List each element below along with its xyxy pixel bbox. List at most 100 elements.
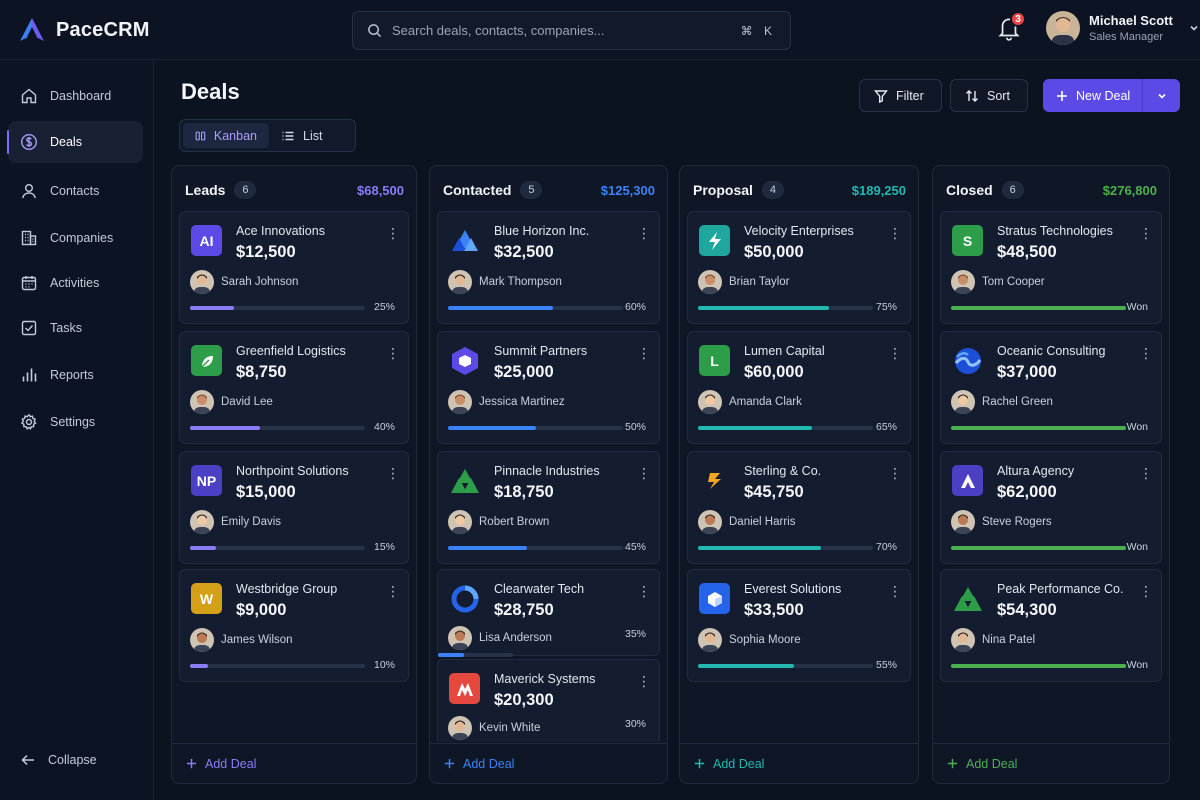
company-logo: W (191, 583, 222, 614)
sidebar: Dashboard Deals Contacts Companies Activ… (0, 60, 154, 800)
new-deal-button[interactable]: New Deal (1043, 79, 1142, 112)
more-options-icon[interactable]: ⋮ (386, 464, 400, 482)
progress-label: Won (1126, 301, 1148, 313)
progress-label: 40% (373, 421, 395, 433)
more-options-icon[interactable]: ⋮ (888, 224, 902, 242)
bar-chart-icon (22, 368, 37, 382)
new-deal-dropdown-button[interactable] (1142, 79, 1180, 112)
deal-card[interactable]: Greenfield Logistics $8,750 ⋮ David Lee 40% (179, 331, 409, 444)
sidebar-item-tasks[interactable]: Tasks (8, 307, 143, 349)
sidebar-item-deals[interactable]: Deals (7, 121, 143, 163)
deal-card[interactable]: Pinnacle Industries $18,750 ⋮ Robert Brown 4… (437, 451, 660, 564)
add-deal-button[interactable]: Add Deal (172, 743, 416, 783)
add-deal-button[interactable]: Add Deal (680, 743, 918, 783)
add-deal-button[interactable]: Add Deal (933, 743, 1169, 783)
deal-amount: $33,500 (744, 601, 804, 619)
progress-label: 30% (624, 718, 646, 730)
chevron-down-icon (1157, 93, 1166, 99)
deal-card[interactable]: Oceanic Consulting $37,000 ⋮ Rachel Green Wo… (940, 331, 1162, 444)
company-name: Altura Agency (997, 464, 1075, 478)
notifications-button[interactable]: 3 (996, 11, 1026, 44)
filter-button[interactable]: Filter (859, 79, 942, 112)
deal-card[interactable]: L Lumen Capital $60,000 ⋮ Amanda Clark 65% (687, 331, 911, 444)
company-logo: L (699, 345, 730, 376)
company-logo (191, 345, 222, 376)
deal-card[interactable]: Clearwater Tech $28,750 ⋮ Lisa Anderson 35% (437, 569, 660, 657)
column-header: Closed 6 $276,800 (946, 180, 1157, 200)
sidebar-item-activities[interactable]: Activities (8, 262, 143, 304)
search-input[interactable] (392, 23, 731, 38)
avatar (698, 390, 722, 414)
more-options-icon[interactable]: ⋮ (386, 344, 400, 362)
plus-icon (186, 758, 197, 769)
progress-fill (951, 664, 1126, 668)
deal-owner: Nina Patel (951, 628, 1035, 652)
more-options-icon[interactable]: ⋮ (386, 582, 400, 600)
more-options-icon[interactable]: ⋮ (637, 224, 651, 242)
kanban-view-button[interactable]: Kanban (183, 123, 269, 148)
arrow-left-icon (21, 754, 34, 766)
progress-bar (698, 664, 873, 668)
deal-card[interactable]: NP Northpoint Solutions $15,000 ⋮ Emily Davi… (179, 451, 409, 564)
more-options-icon[interactable]: ⋮ (1139, 464, 1153, 482)
owner-name: Tom Cooper (982, 276, 1045, 288)
gear-icon (20, 413, 37, 430)
more-options-icon[interactable]: ⋮ (637, 582, 651, 600)
more-options-icon[interactable]: ⋮ (888, 464, 902, 482)
collapse-button[interactable]: Collapse (20, 752, 97, 768)
avatar (448, 270, 472, 294)
more-options-icon[interactable]: ⋮ (1139, 224, 1153, 242)
add-deal-button[interactable]: Add Deal (430, 743, 667, 783)
deal-card[interactable]: S Stratus Technologies $48,500 ⋮ Tom Cooper W… (940, 211, 1162, 324)
avatar (448, 626, 472, 650)
avatar (698, 510, 722, 534)
user-menu[interactable]: Michael Scott Sales Manager (1046, 11, 1200, 45)
more-options-icon[interactable]: ⋮ (637, 672, 651, 690)
progress-fill (698, 306, 830, 310)
deal-card[interactable]: Maverick Systems $20,300 ⋮ Kevin White 30% (437, 659, 660, 742)
deal-card[interactable]: Altura Agency $62,000 ⋮ Steve Rogers Won (940, 451, 1162, 564)
sidebar-item-label: Tasks (50, 321, 82, 335)
progress-fill (190, 664, 208, 668)
wave-icon (953, 346, 983, 376)
deal-card[interactable]: Peak Performance Co. $54,300 ⋮ Nina Patel Wo… (940, 569, 1162, 682)
avatar (190, 270, 214, 294)
sidebar-item-label: Deals (50, 135, 82, 149)
more-options-icon[interactable]: ⋮ (1139, 344, 1153, 362)
progress-bar (190, 546, 365, 550)
deal-card[interactable]: W Westbridge Group $9,000 ⋮ James Wilson 10% (179, 569, 409, 682)
sidebar-item-dashboard[interactable]: Dashboard (8, 75, 143, 117)
more-options-icon[interactable]: ⋮ (637, 464, 651, 482)
progress-label: 55% (875, 659, 897, 671)
calendar-icon (21, 276, 37, 291)
column-header: Proposal 4 $189,250 (693, 180, 906, 200)
deal-card[interactable]: Summit Partners $25,000 ⋮ Jessica Martinez 5… (437, 331, 660, 444)
deal-card[interactable]: Sterling & Co. $45,750 ⋮ Daniel Harris 70% (687, 451, 911, 564)
more-options-icon[interactable]: ⋮ (888, 344, 902, 362)
column-title: Leads (185, 182, 226, 198)
company-logo (699, 465, 730, 496)
sort-button[interactable]: Sort (950, 79, 1028, 112)
column-total: $276,800 (1102, 182, 1157, 198)
more-options-icon[interactable]: ⋮ (637, 344, 651, 362)
search-bar[interactable]: ⌘ K (352, 11, 791, 50)
list-view-button[interactable]: List (269, 123, 334, 148)
brand[interactable]: PaceCRM (18, 16, 150, 44)
sidebar-item-reports[interactable]: Reports (8, 354, 143, 396)
sidebar-item-companies[interactable]: Companies (8, 217, 143, 259)
sort-label: Sort (987, 88, 1010, 103)
more-options-icon[interactable]: ⋮ (1139, 582, 1153, 600)
more-options-icon[interactable]: ⋮ (386, 224, 400, 242)
progress-bar (951, 306, 1126, 310)
sidebar-item-contacts[interactable]: Contacts (8, 170, 143, 212)
deal-card[interactable]: AI Ace Innovations $12,500 ⋮ Sarah Johnson 25… (179, 211, 409, 324)
deal-card[interactable]: Everest Solutions $33,500 ⋮ Sophia Moore 55% (687, 569, 911, 682)
deal-card[interactable]: Blue Horizon Inc. $32,500 ⋮ Mark Thompson 60… (437, 211, 660, 324)
progress-fill (190, 426, 260, 430)
deal-card[interactable]: Velocity Enterprises $50,000 ⋮ Brian Taylor… (687, 211, 911, 324)
sidebar-item-settings[interactable]: Settings (8, 401, 143, 443)
more-options-icon[interactable]: ⋮ (888, 582, 902, 600)
person-icon (22, 184, 36, 199)
avatar (448, 390, 472, 414)
progress-label: 75% (875, 301, 897, 313)
